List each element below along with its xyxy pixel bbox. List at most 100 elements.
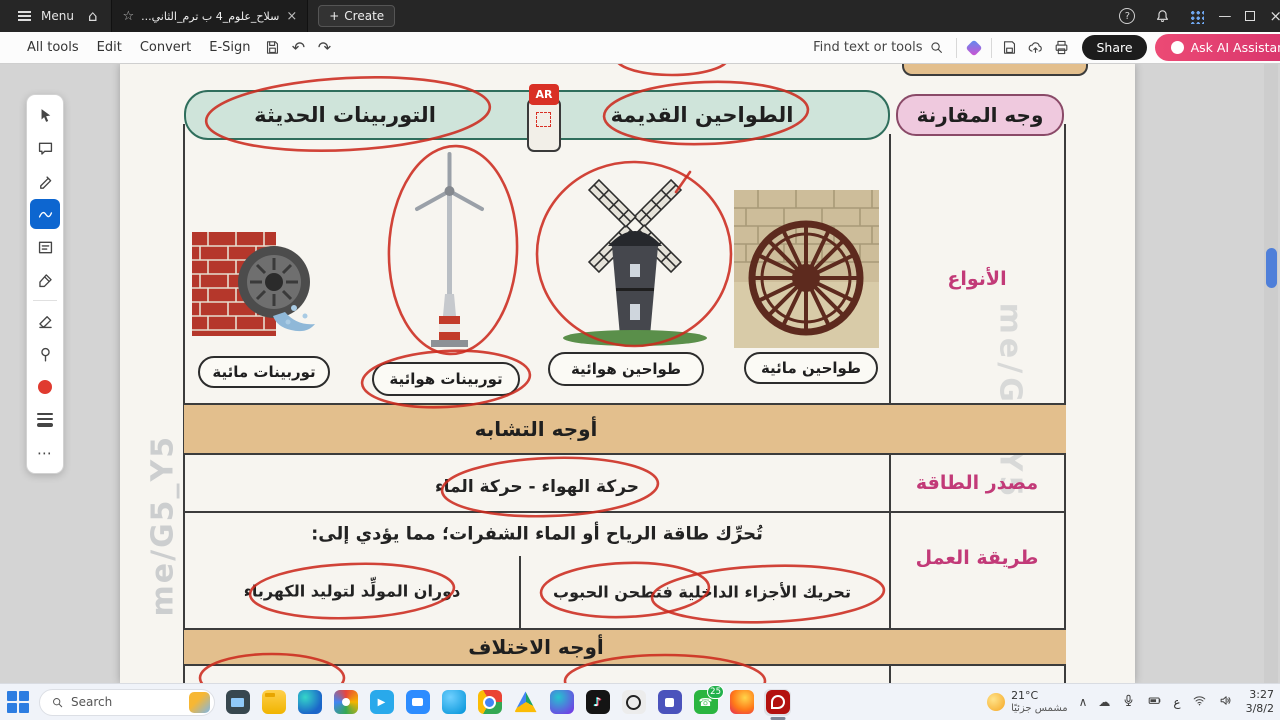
ai-sparkle-icon[interactable] (961, 36, 987, 60)
restore-button[interactable] (1245, 11, 1256, 21)
tray-chevron-up-icon[interactable]: ∧ (1079, 695, 1088, 709)
taskbar-search[interactable]: Search (39, 688, 215, 716)
language-indicator[interactable]: ع (1173, 695, 1180, 709)
app-bar: Menu ⌂ ☆ سلاح_علوم_4 ب ترم_الثاني... × +… (0, 0, 1280, 32)
find-label: Find text or tools (813, 40, 923, 55)
water-turbine-image (192, 232, 315, 336)
minimize-button[interactable]: — (1218, 9, 1231, 24)
file-explorer-icon[interactable] (260, 689, 287, 716)
all-tools-menu[interactable]: All tools (18, 36, 88, 59)
ai-assistant-label: Ask AI Assistant (1190, 40, 1280, 55)
share-button[interactable]: Share (1082, 35, 1147, 60)
print-icon[interactable] (1048, 36, 1074, 60)
whatsapp-unread-badge: 25 (707, 684, 724, 699)
color-swatch-red[interactable] (30, 372, 60, 402)
save-file-icon[interactable] (996, 36, 1022, 60)
sun-icon (987, 692, 1006, 711)
canva-icon[interactable] (548, 689, 575, 716)
ask-ai-assistant-button[interactable]: Ask AI Assistant (1154, 34, 1280, 61)
esign-menu[interactable]: E-Sign (200, 36, 259, 59)
battery-icon[interactable] (1147, 693, 1162, 712)
search-weather-thumbnail-icon (189, 691, 210, 713)
tab-close-icon[interactable]: × (286, 9, 297, 24)
method-old-text: تحريك الأجزاء الداخلية فتطحن الحبوب (553, 582, 851, 602)
annotation-tool-rail: ⋯ (26, 94, 64, 474)
find-bar[interactable]: Find text or tools (805, 37, 952, 58)
weather-temp: 21°C (1011, 688, 1039, 702)
text-box-tool[interactable] (30, 232, 60, 262)
vertical-scrollbar[interactable] (1264, 64, 1278, 683)
more-tools-ellipsis[interactable]: ⋯ (30, 438, 60, 468)
telegram-icon[interactable]: ▶ (368, 689, 395, 716)
teams-icon[interactable] (656, 689, 683, 716)
menu-button[interactable]: Menu (8, 5, 80, 27)
whatsapp-icon[interactable]: ☎ 25 (692, 684, 724, 716)
fill-sign-tool[interactable] (30, 265, 60, 295)
row-label-method: طريقة العمل (915, 547, 1039, 569)
pdf-page: me/G5_Y5 me/G5_Y5 التوربينات الحديثة الط… (120, 64, 1135, 683)
weather-desc: مشمس جزئيًا (1011, 702, 1068, 714)
onedrive-cloud-icon[interactable]: ☁ (1098, 695, 1110, 709)
caption-wind-turbines: توربينات هوائية (372, 362, 520, 396)
chatgpt-icon[interactable] (620, 689, 647, 716)
differences-title: أوجه الاختلاف (468, 635, 604, 659)
header-compare-label: وجه المقارنة (916, 103, 1044, 127)
method-intro-text: تُحرِّك طاقة الرياح أو الماء الشفرات؛ مم… (311, 523, 763, 545)
create-button[interactable]: + Create (318, 5, 396, 27)
draw-tool-selected[interactable] (30, 199, 60, 229)
weather-widget[interactable]: 21°C مشمس جزئيًا (987, 688, 1068, 714)
energy-source-value: حركة الهواء - حركة الماء (434, 477, 640, 497)
convert-menu[interactable]: Convert (131, 36, 200, 59)
taskbar-clock[interactable]: 3:27 3/8/2 (1246, 688, 1274, 716)
line-thickness-tool[interactable] (30, 405, 60, 435)
caption-water-turbines: توربينات مائية (198, 356, 330, 388)
similarities-title: أوجه التشابه (474, 417, 598, 441)
windmill-image (563, 178, 707, 346)
undo-icon[interactable]: ↶ (286, 36, 312, 60)
photos-app-icon[interactable] (332, 689, 359, 716)
edge-browser-icon[interactable] (296, 689, 323, 716)
plus-icon: + (329, 9, 340, 23)
microphone-icon[interactable] (1121, 693, 1136, 712)
apps-grid-icon[interactable] (1189, 8, 1205, 24)
menu-label: Menu (41, 9, 74, 23)
volume-icon[interactable] (1218, 693, 1233, 712)
header-modern-turbines: التوربينات الحديثة (254, 103, 436, 127)
google-drive-icon[interactable] (512, 689, 539, 716)
home-icon[interactable]: ⌂ (80, 5, 106, 27)
caption-windmills: طواحين هوائية (548, 352, 704, 386)
save-icon[interactable] (260, 36, 286, 60)
close-button[interactable]: × (1269, 7, 1280, 25)
tiktok-icon[interactable]: ♪ (584, 689, 611, 716)
acrobat-app-icon-active[interactable] (764, 688, 791, 716)
taskbar-apps: ▶ ♪ ☎ 25 (224, 684, 791, 716)
skype-icon[interactable] (440, 689, 467, 716)
start-button[interactable] (6, 690, 30, 714)
document-tab[interactable]: ☆ سلاح_علوم_4 ب ترم_الثاني... × (111, 0, 309, 32)
cloud-upload-icon[interactable] (1022, 36, 1048, 60)
cropped-previous-band (902, 64, 1088, 76)
ai-assistant-logo-icon (1170, 41, 1184, 54)
phone-icon (527, 98, 561, 152)
edit-menu[interactable]: Edit (88, 36, 131, 59)
help-icon[interactable]: ? (1119, 8, 1136, 24)
notifications-bell-icon[interactable] (1149, 4, 1175, 28)
method-cell-divider (519, 556, 521, 628)
redo-icon[interactable]: ↷ (312, 36, 338, 60)
scrollbar-thumb[interactable] (1265, 248, 1277, 288)
toolbar: All tools Edit Convert E-Sign ↶ ↷ Find t… (0, 32, 1280, 64)
method-modern-text: دوران المولِّد لتوليد الكهرباء (243, 581, 461, 601)
highlighter-tool[interactable] (30, 166, 60, 196)
pin-tool[interactable] (30, 339, 60, 369)
differences-band: أوجه الاختلاف (184, 628, 1066, 666)
firefox-icon[interactable] (728, 689, 755, 716)
desktop-app-icon[interactable] (224, 689, 251, 716)
wifi-icon[interactable] (1192, 693, 1207, 712)
star-icon[interactable]: ☆ (122, 9, 134, 24)
chrome-icon[interactable] (476, 689, 503, 716)
eraser-tool[interactable] (30, 306, 60, 336)
select-cursor-tool[interactable] (30, 100, 60, 130)
comment-tool[interactable] (30, 133, 60, 163)
watermark-left: me/G5_Y5 (145, 434, 181, 617)
zoom-icon[interactable] (404, 689, 431, 716)
